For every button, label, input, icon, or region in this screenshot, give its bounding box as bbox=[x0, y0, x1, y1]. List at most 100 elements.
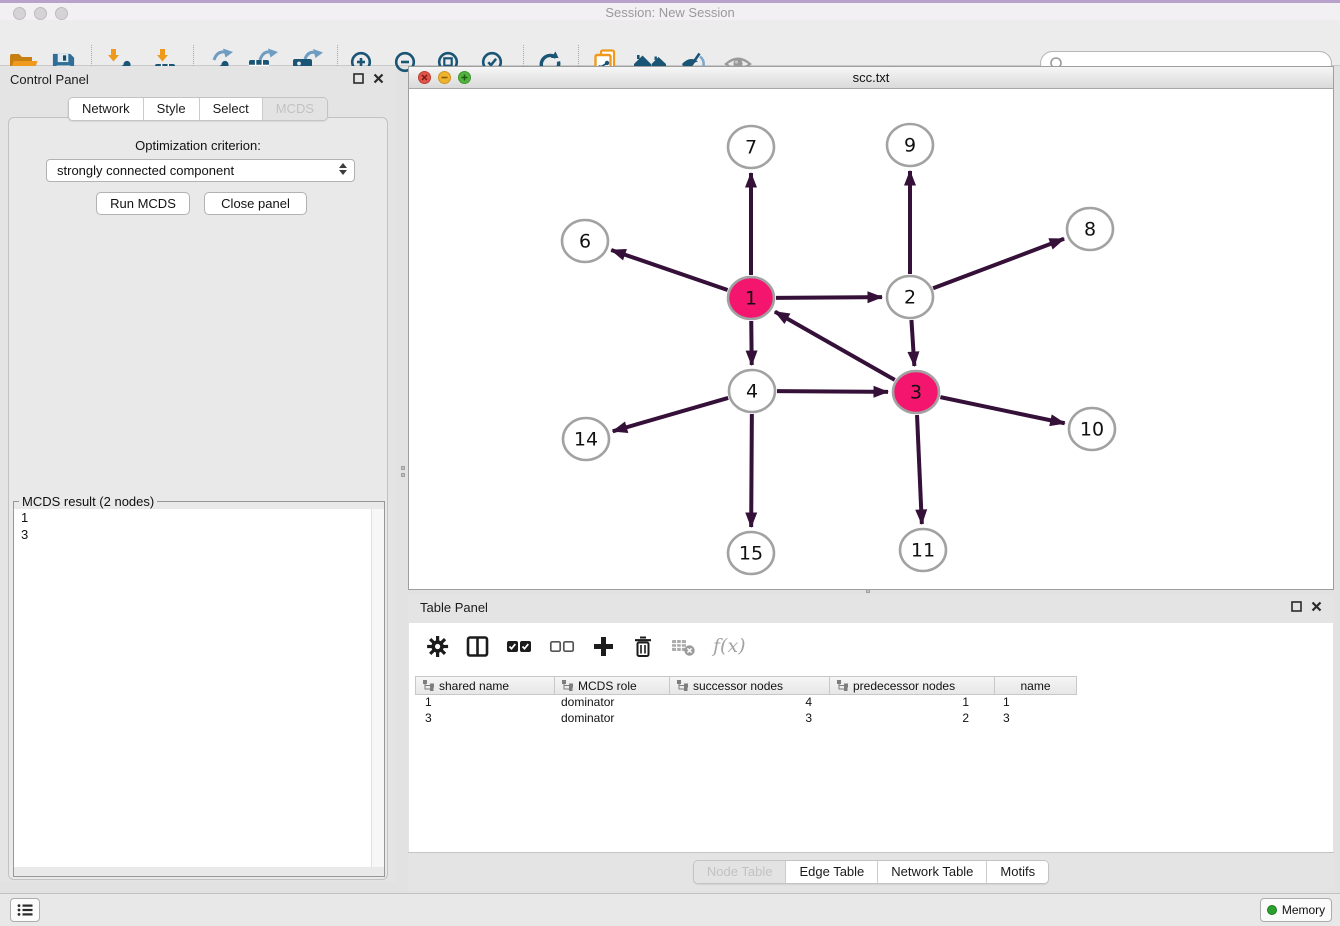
status-bar: Memory bbox=[0, 893, 1340, 926]
tab-node-table[interactable]: Node Table bbox=[694, 861, 787, 883]
graph-node-9[interactable]: 9 bbox=[887, 124, 933, 166]
mcds-result-group: MCDS result (2 nodes) 1 3 bbox=[13, 494, 385, 877]
node-table: shared nameMCDS rolesuccessor nodesprede… bbox=[409, 669, 1333, 852]
show-columns-icon[interactable] bbox=[466, 635, 489, 658]
network-canvas[interactable]: 1 2 3 4 6 7 8 9 10 11 14 15 bbox=[409, 89, 1333, 590]
table-panel: Table Panel bbox=[408, 595, 1334, 890]
float-panel-icon[interactable] bbox=[353, 73, 364, 84]
table-cell[interactable]: 1 bbox=[415, 695, 555, 711]
graph-edge-1-6[interactable] bbox=[611, 250, 727, 290]
table-cell[interactable]: 2 bbox=[830, 711, 995, 727]
task-history-button[interactable] bbox=[10, 898, 40, 922]
optimization-criterion-select[interactable]: strongly connected component bbox=[46, 159, 355, 182]
table-cell[interactable]: 4 bbox=[670, 695, 830, 711]
table-cell[interactable]: 3 bbox=[995, 711, 1077, 727]
settings-gear-icon[interactable] bbox=[426, 635, 449, 658]
close-panel-icon[interactable] bbox=[1311, 601, 1322, 612]
network-view-window: scc.txt 1 2 3 4 6 7 8 9 10 11 14 15 bbox=[408, 66, 1334, 590]
tab-motifs[interactable]: Motifs bbox=[987, 861, 1048, 883]
mcds-result-textarea[interactable]: 1 3 bbox=[14, 509, 384, 867]
attribute-type-icon bbox=[677, 680, 688, 691]
column-header-MCDS-role[interactable]: MCDS role bbox=[555, 676, 670, 695]
graph-node-3[interactable]: 3 bbox=[893, 371, 939, 413]
graph-edge-1-2[interactable] bbox=[776, 297, 882, 298]
graph-node-label: 9 bbox=[904, 135, 916, 157]
graph-node-label: 15 bbox=[739, 543, 763, 565]
graph-edge-2-3[interactable] bbox=[911, 320, 914, 366]
memory-button[interactable]: Memory bbox=[1260, 898, 1332, 922]
graph-node-4[interactable]: 4 bbox=[729, 370, 775, 412]
control-panel: Control Panel Network Style Select MCDS … bbox=[0, 66, 396, 882]
float-panel-icon[interactable] bbox=[1291, 601, 1302, 612]
graph-edge-3-1[interactable] bbox=[775, 312, 895, 380]
tab-select[interactable]: Select bbox=[200, 98, 263, 120]
graph-node-label: 1 bbox=[745, 288, 757, 310]
attribute-type-icon bbox=[423, 680, 434, 691]
result-scrollbar[interactable] bbox=[371, 509, 384, 867]
graph-node-7[interactable]: 7 bbox=[728, 126, 774, 168]
graph-node-8[interactable]: 8 bbox=[1067, 208, 1113, 250]
dropdown-value: strongly connected component bbox=[57, 163, 234, 178]
graph-node-1[interactable]: 1 bbox=[728, 277, 774, 319]
run-mcds-button[interactable]: Run MCDS bbox=[96, 192, 190, 215]
graph-node-label: 7 bbox=[745, 137, 757, 159]
mcds-panel: Optimization criterion: strongly connect… bbox=[8, 117, 388, 880]
table-row[interactable]: 3dominator323 bbox=[415, 711, 1333, 727]
mcds-result-title: MCDS result (2 nodes) bbox=[19, 494, 157, 509]
graph-edge-4-14[interactable] bbox=[613, 398, 728, 431]
graph-edge-4-15[interactable] bbox=[751, 414, 752, 527]
function-builder-icon[interactable]: f(x) bbox=[713, 635, 746, 657]
close-panel-button[interactable]: Close panel bbox=[204, 192, 307, 215]
graph-node-11[interactable]: 11 bbox=[900, 529, 946, 571]
table-cell[interactable]: 1 bbox=[995, 695, 1077, 711]
graph-node-2[interactable]: 2 bbox=[887, 276, 933, 318]
table-panel-title: Table Panel bbox=[420, 600, 488, 615]
column-header-predecessor-nodes[interactable]: predecessor nodes bbox=[830, 676, 995, 695]
network-window-title: scc.txt bbox=[409, 70, 1333, 85]
node-table-header: shared nameMCDS rolesuccessor nodesprede… bbox=[415, 676, 1077, 695]
tab-mcds[interactable]: MCDS bbox=[263, 98, 327, 120]
graph-node-10[interactable]: 10 bbox=[1069, 408, 1115, 450]
graph-node-label: 3 bbox=[910, 382, 922, 404]
graph-node-6[interactable]: 6 bbox=[562, 220, 608, 262]
table-cell[interactable]: dominator bbox=[555, 695, 670, 711]
splitter-handle[interactable] bbox=[401, 473, 405, 477]
table-cell[interactable]: 1 bbox=[830, 695, 995, 711]
network-window-titlebar[interactable]: scc.txt bbox=[409, 67, 1333, 89]
splitter-handle[interactable] bbox=[866, 589, 870, 593]
graph-edge-4-3[interactable] bbox=[777, 391, 888, 392]
graph-node-14[interactable]: 14 bbox=[563, 418, 609, 460]
list-icon bbox=[17, 903, 33, 917]
memory-label: Memory bbox=[1282, 903, 1325, 917]
column-header-name[interactable]: name bbox=[995, 676, 1077, 695]
tab-network-table[interactable]: Network Table bbox=[878, 861, 987, 883]
graph-edge-2-8[interactable] bbox=[933, 239, 1064, 288]
graph-edge-3-10[interactable] bbox=[940, 397, 1064, 423]
table-tab-group: Node Table Edge Table Network Table Moti… bbox=[693, 860, 1049, 884]
tab-style[interactable]: Style bbox=[144, 98, 200, 120]
table-row[interactable]: 1dominator411 bbox=[415, 695, 1333, 711]
graph-node-15[interactable]: 15 bbox=[728, 532, 774, 574]
node-table-body: 1dominator4113dominator323 bbox=[415, 695, 1333, 727]
column-header-shared-name[interactable]: shared name bbox=[415, 676, 555, 695]
splitter-handle[interactable] bbox=[401, 466, 405, 470]
add-row-icon[interactable] bbox=[592, 635, 615, 658]
result-line: 1 bbox=[14, 509, 384, 526]
tab-edge-table[interactable]: Edge Table bbox=[786, 861, 878, 883]
table-cell[interactable]: 3 bbox=[415, 711, 555, 727]
table-cell[interactable]: dominator bbox=[555, 711, 670, 727]
table-cell[interactable]: 3 bbox=[670, 711, 830, 727]
close-panel-icon[interactable] bbox=[373, 73, 384, 84]
delete-table-icon[interactable] bbox=[671, 635, 696, 658]
graph-edge-3-11[interactable] bbox=[917, 415, 922, 524]
select-all-icon[interactable] bbox=[506, 635, 532, 658]
attribute-type-icon bbox=[837, 680, 848, 691]
delete-row-icon[interactable] bbox=[632, 634, 654, 658]
control-panel-title: Control Panel bbox=[10, 72, 89, 87]
window-title: Session: New Session bbox=[0, 5, 1340, 20]
deselect-all-icon[interactable] bbox=[549, 635, 575, 658]
tab-network[interactable]: Network bbox=[69, 98, 144, 120]
attribute-type-icon bbox=[562, 680, 573, 691]
column-header-successor-nodes[interactable]: successor nodes bbox=[670, 676, 830, 695]
graph-node-label: 6 bbox=[579, 231, 591, 253]
